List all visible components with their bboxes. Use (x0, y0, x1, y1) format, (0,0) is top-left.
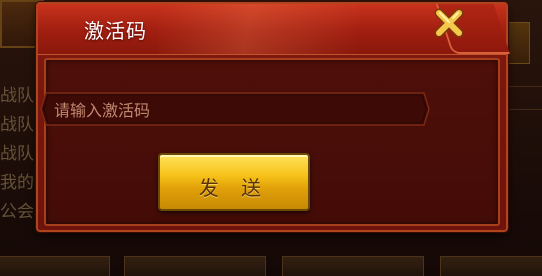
background-tab (0, 256, 110, 276)
background-tab (282, 256, 424, 276)
background-tab (124, 256, 266, 276)
dialog-title: 激活码 (84, 19, 147, 43)
send-button-label: 发 送 (198, 176, 270, 200)
background-menu-line: 战队 (0, 144, 34, 164)
send-button[interactable]: 发 送 (158, 153, 310, 211)
activation-code-input[interactable] (52, 95, 420, 125)
background-menu-text: 战队 战队 战队 我的 公会 (0, 82, 40, 227)
background-bottom-tabs (0, 252, 542, 276)
background-tab (440, 256, 542, 276)
background-side-button (506, 22, 530, 64)
close-button[interactable] (432, 4, 466, 42)
game-screen: 战队 战队 战队 我的 公会 激活码 请输入激活码 发 送 (0, 0, 542, 276)
header-sheen (158, 4, 358, 54)
background-menu-line: 战队 (0, 86, 34, 106)
background-panel-edge (508, 86, 542, 110)
background-menu-line: 战队 (0, 115, 34, 135)
background-menu-line: 公会 (0, 202, 34, 222)
background-menu-line: 我的 (0, 173, 34, 193)
activation-code-field (40, 92, 430, 126)
close-x-icon (434, 8, 464, 38)
